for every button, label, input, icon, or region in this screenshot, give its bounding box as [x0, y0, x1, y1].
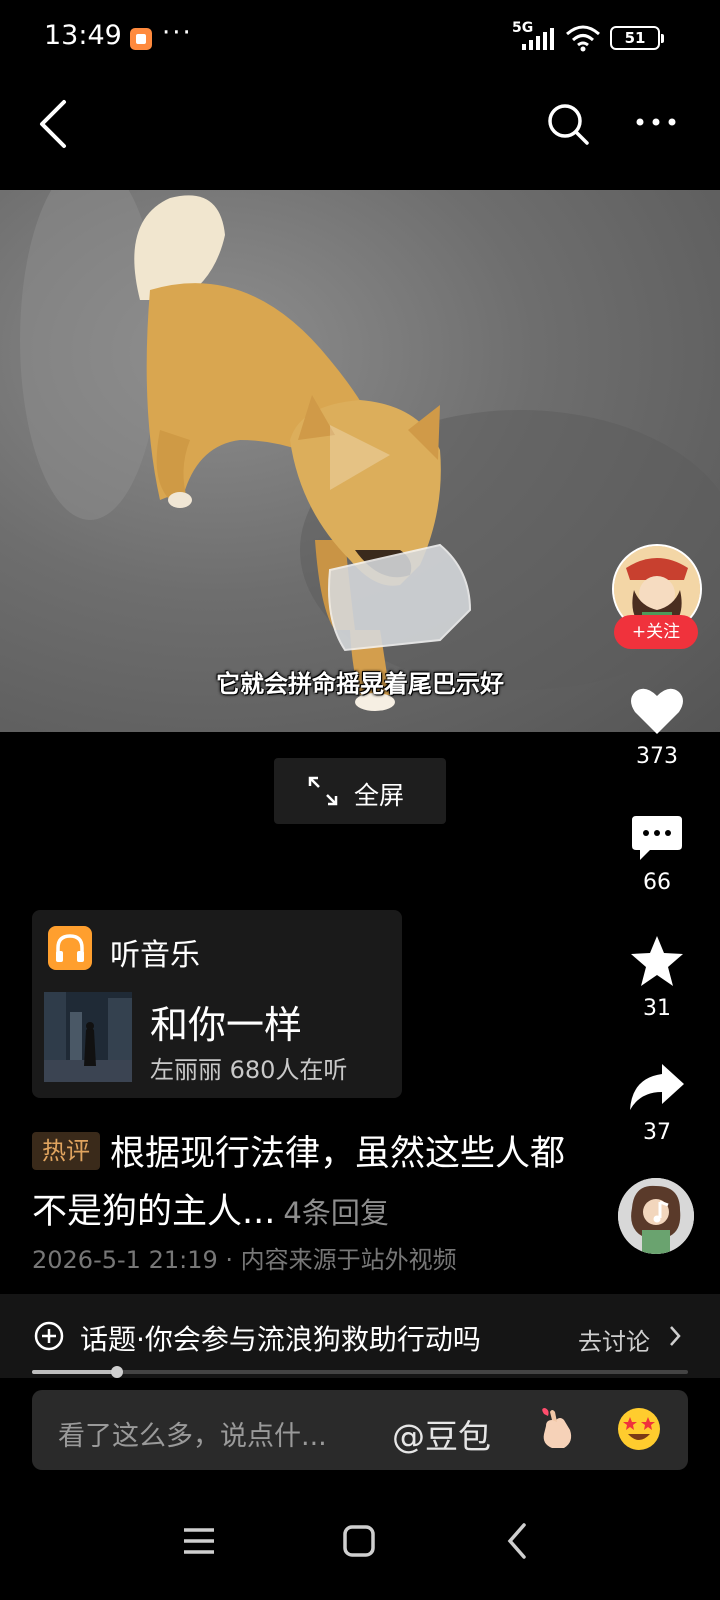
song-title: 和你一样 [150, 1003, 303, 1047]
top-nav [0, 80, 720, 170]
video-player[interactable]: 它就会拼命摇晃着尾巴示好 [0, 190, 720, 732]
music-disc[interactable] [618, 1178, 694, 1254]
progress-fill [32, 1370, 118, 1374]
favorite-action[interactable]: 31 [612, 934, 702, 1021]
back-icon[interactable] [36, 98, 70, 150]
like-action[interactable]: 373 [612, 686, 702, 769]
add-circle-icon [34, 1321, 64, 1351]
song-listeners: 左丽丽 680人在听 [150, 1056, 348, 1084]
comment-action[interactable]: 66 [612, 814, 702, 895]
share-icon [630, 1064, 684, 1110]
album-art [44, 992, 132, 1082]
comment-icon [632, 816, 682, 860]
home-icon[interactable] [342, 1524, 376, 1558]
music-card[interactable]: 听音乐 和你一样 左丽丽 680人在听 [32, 910, 402, 1098]
like-count: 373 [636, 744, 678, 769]
follow-button[interactable]: +关注 [614, 615, 698, 649]
more-icon[interactable] [634, 116, 678, 128]
fullscreen-button[interactable]: 全屏 [274, 758, 446, 824]
favorite-count: 31 [643, 996, 671, 1021]
recent-apps-icon[interactable] [182, 1526, 216, 1556]
expand-icon [308, 776, 338, 806]
comment-placeholder: 看了这么多，说点什... [58, 1421, 327, 1452]
share-count: 37 [643, 1120, 671, 1145]
app-notification-icon [130, 28, 152, 50]
status-more-dots: ··· [162, 18, 193, 48]
signal-icon [522, 28, 554, 50]
music-heading: 听音乐 [110, 938, 200, 973]
chevron-right-icon [670, 1326, 681, 1346]
post-meta: 2026-5-1 21:19 · 内容来源于站外视频 [32, 1246, 457, 1274]
headphones-icon [48, 926, 92, 970]
star-eyes-emoji-icon[interactable] [616, 1406, 662, 1452]
heart-icon [631, 688, 683, 734]
nav-back-icon[interactable] [506, 1522, 528, 1560]
fullscreen-label: 全屏 [354, 781, 405, 810]
system-nav-bar [0, 1500, 720, 1600]
battery-indicator: 51 [610, 26, 664, 50]
status-bar: 13:49 ··· 5G 51 [0, 0, 720, 80]
search-icon[interactable] [546, 102, 590, 146]
hot-comment-badge: 热评 [32, 1132, 100, 1170]
status-time: 13:49 [44, 20, 122, 51]
comment-count: 66 [643, 870, 671, 895]
share-action[interactable]: 37 [612, 1062, 702, 1145]
mention-doubao-button[interactable]: @豆包 [392, 1410, 491, 1458]
go-discuss-link[interactable]: 去讨论 [578, 1322, 650, 1357]
topic-title: 话题·你会参与流浪狗救助行动吗 [80, 1323, 481, 1356]
star-icon [631, 936, 683, 986]
wifi-icon [566, 25, 600, 52]
comment-input[interactable]: 看了这么多，说点什... @豆包 [32, 1390, 688, 1470]
hot-comment[interactable]: 热评 根据现行法律，虽然这些人都不是狗的主人... 4条回复 [32, 1125, 592, 1242]
video-progress-bar[interactable] [32, 1366, 688, 1378]
reply-count-link[interactable]: 4条回复 [283, 1196, 388, 1230]
music-disc-image [618, 1178, 694, 1254]
dog-video-frame [20, 190, 720, 711]
finger-heart-emoji-icon[interactable] [536, 1408, 576, 1452]
topic-bar[interactable]: 话题·你会参与流浪狗救助行动吗 去讨论 [0, 1294, 720, 1378]
